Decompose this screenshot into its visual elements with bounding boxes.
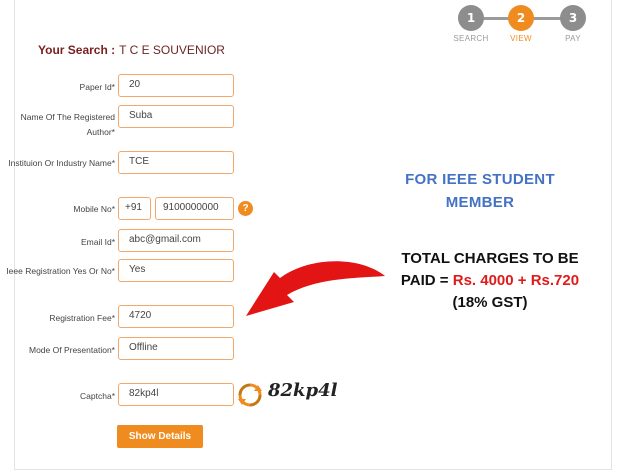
ieee-field[interactable]: Yes [118, 259, 234, 282]
email-label: Email Id* [80, 237, 115, 247]
country-code-field[interactable]: +91 [118, 197, 151, 220]
captcha-image-text: 82kp4l [268, 380, 338, 401]
email-field[interactable]: abc@gmail.com [118, 229, 234, 252]
institution-label: Instituion Or Industry Name* [8, 158, 115, 168]
paper-id-field[interactable]: 20 [118, 74, 234, 97]
search-value: T C E SOUVENIOR [119, 43, 225, 57]
annotation-member-note: FOR IEEE STUDENT MEMBER [380, 168, 580, 214]
fee-field[interactable]: 4720 [118, 305, 234, 328]
ieee-label: Ieee Registration Yes Or No* [6, 266, 115, 276]
mode-label: Mode Of Presentation* [29, 345, 115, 355]
charges-paid: PAID = [400, 272, 449, 289]
charges-amount: Rs. 4000 + Rs.720 [452, 272, 580, 289]
paper-id-label: Paper Id* [79, 82, 115, 92]
search-prefix: Your Search : [38, 43, 116, 57]
captcha-label: Captcha* [80, 391, 115, 401]
captcha-field[interactable]: 82kp4l [118, 383, 234, 406]
author-label: Name Of The Registered Author* [20, 112, 115, 137]
step-label: PAY [565, 34, 581, 43]
fee-label: Registration Fee* [49, 313, 115, 323]
step-number: 3 [560, 5, 586, 31]
institution-field[interactable]: TCE [118, 151, 234, 174]
step-progress: 1 SEARCH 2 VIEW 3 PAY [447, 5, 597, 45]
annotation-line2: MEMBER [445, 194, 515, 211]
annotation-line1: FOR IEEE STUDENT [405, 171, 555, 188]
step-number: 2 [508, 5, 534, 31]
mode-field[interactable]: Offline [118, 337, 234, 360]
annotation-charges-note: TOTAL CHARGES TO BE PAID = Rs. 4000 + Rs… [370, 248, 610, 314]
charges-line2: PAID = Rs. 4000 + Rs.720 [370, 270, 610, 292]
show-details-button[interactable]: Show Details [117, 425, 203, 448]
arrow-icon [246, 261, 385, 316]
mobile-field[interactable]: 9100000000 [155, 197, 234, 220]
search-heading: Your Search :T C E SOUVENIOR [38, 43, 225, 57]
charges-gst: (18% GST) [452, 294, 528, 311]
step-label: SEARCH [453, 34, 489, 43]
step-pay[interactable]: 3 PAY [553, 5, 593, 43]
step-number: 1 [458, 5, 484, 31]
charges-line1: TOTAL CHARGES TO BE [401, 250, 579, 267]
mobile-label: Mobile No* [73, 204, 115, 214]
step-search[interactable]: 1 SEARCH [451, 5, 491, 43]
step-view[interactable]: 2 VIEW [501, 5, 541, 43]
help-icon[interactable]: ? [238, 201, 253, 216]
step-label: VIEW [510, 34, 532, 43]
refresh-icon[interactable] [236, 381, 264, 409]
author-field[interactable]: Suba [118, 105, 234, 128]
